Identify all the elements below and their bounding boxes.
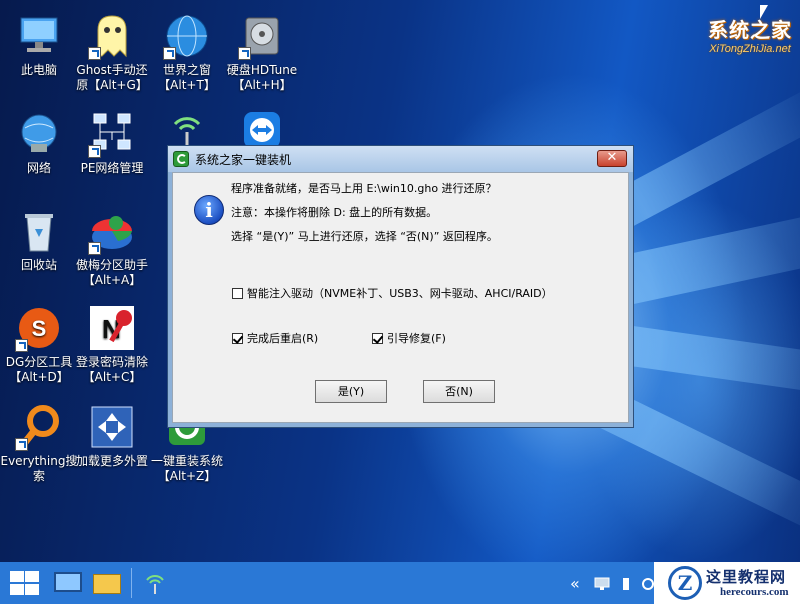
info-icon: i bbox=[194, 195, 224, 225]
everything-search-icon bbox=[15, 403, 63, 451]
restart-after-checkbox[interactable]: 完成后重启(R) bbox=[232, 330, 318, 346]
checkbox-checked[interactable] bbox=[372, 333, 383, 344]
desktop-icon-world-browser[interactable]: 世界之窗【Alt+T】 bbox=[148, 12, 226, 93]
browser-globe-icon bbox=[163, 12, 211, 60]
watermark-z-logo-icon: Z bbox=[668, 566, 702, 600]
tray-expand-icon[interactable]: « bbox=[570, 574, 580, 593]
desktop-icon-hdtune[interactable]: 硬盘HDTune【Alt+H】 bbox=[223, 12, 301, 93]
restart-after-label: 完成后重启(R) bbox=[247, 332, 319, 345]
load-more-icon bbox=[88, 403, 136, 451]
taskbar-explorer-icon[interactable] bbox=[93, 574, 121, 594]
driver-injection-label: 智能注入驱动（NVME补丁、USB3、网卡驱动、AHCI/RAID） bbox=[247, 287, 553, 300]
app-logo-icon bbox=[173, 151, 189, 167]
desktop-icon-network[interactable]: 网络 bbox=[0, 110, 78, 176]
desktop-icon-everything[interactable]: Everything搜索 bbox=[0, 403, 78, 484]
desktop-icon-password-clear[interactable]: N 登录密码清除【Alt+C】 bbox=[73, 304, 151, 385]
shortcut-arrow-icon bbox=[88, 47, 101, 60]
dialog-body: i 程序准备就绪，是否马上用 E:\win10.gho 进行还原？ 注意：本操作… bbox=[172, 172, 629, 423]
tray-usb-icon[interactable] bbox=[618, 576, 634, 590]
taskbar-desktop-icon[interactable] bbox=[54, 572, 82, 592]
windows-logo-pane bbox=[25, 571, 39, 582]
shortcut-arrow-icon bbox=[238, 47, 251, 60]
message-line-warning: 注意：本操作将删除 D: 盘上的所有数据。 bbox=[231, 206, 438, 219]
pe-network-icon bbox=[88, 110, 136, 158]
windows-logo-pane bbox=[25, 584, 39, 595]
desktop-icon-ghost[interactable]: Ghost手动还原【Alt+G】 bbox=[73, 12, 151, 93]
svg-text:S: S bbox=[32, 316, 47, 341]
shortcut-arrow-icon bbox=[15, 438, 28, 451]
computer-icon bbox=[15, 12, 63, 60]
dialog-titlebar[interactable]: 系统之家一键装机 ✕ bbox=[168, 146, 633, 172]
password-clear-icon: N bbox=[88, 304, 136, 352]
taskbar-wireless-icon[interactable] bbox=[142, 570, 168, 596]
boot-repair-label: 引导修复(F) bbox=[387, 332, 446, 345]
message-line-restore: 程序准备就绪，是否马上用 E:\win10.gho 进行还原？ bbox=[231, 182, 497, 195]
desktop-icon-load-more[interactable]: 加载更多外置 bbox=[73, 403, 151, 469]
shortcut-arrow-icon bbox=[88, 242, 101, 255]
yes-button[interactable]: 是(Y) bbox=[315, 380, 387, 403]
desktop-icon-this-pc[interactable]: 此电脑 bbox=[0, 12, 78, 78]
hard-disk-icon bbox=[238, 12, 286, 60]
shortcut-arrow-icon bbox=[163, 47, 176, 60]
start-button[interactable] bbox=[8, 571, 40, 597]
driver-injection-checkbox[interactable]: 智能注入驱动（NVME补丁、USB3、网卡驱动、AHCI/RAID） bbox=[232, 285, 553, 301]
windows-logo-icon bbox=[10, 571, 24, 582]
desktop-icon-partition-assistant[interactable]: 傲梅分区助手【Alt+A】 bbox=[73, 207, 151, 288]
recycle-bin-icon bbox=[15, 207, 63, 255]
desktop-icon-diskgenius[interactable]: S DG分区工具【Alt+D】 bbox=[0, 304, 78, 385]
watermark-bottom-title: 这里教程网 bbox=[706, 568, 787, 586]
watermark-title: 系统之家 bbox=[708, 18, 792, 42]
desktop-icon-pe-network[interactable]: PE网络管理 bbox=[73, 110, 151, 176]
watermark-logo-top: 系统之家 XiTongZhiJia.net bbox=[708, 14, 792, 55]
partition-assistant-icon bbox=[88, 207, 136, 255]
checkbox-unchecked[interactable] bbox=[232, 288, 243, 299]
windows-logo-pane bbox=[10, 584, 24, 595]
diskgenius-icon: S bbox=[15, 304, 63, 352]
network-globe-icon bbox=[15, 110, 63, 158]
desktop: 系统之家 XiTongZhiJia.net 此电脑 网络 回收站 S DG分区工… bbox=[0, 0, 800, 604]
watermark-url: XiTongZhiJia.net bbox=[709, 43, 791, 55]
tray-network-icon[interactable] bbox=[594, 576, 610, 590]
ghost-icon bbox=[88, 12, 136, 60]
close-button[interactable]: ✕ bbox=[597, 150, 627, 167]
desktop-icon-recycle-bin[interactable]: 回收站 bbox=[0, 207, 78, 273]
watermark-logo-bottom: Z 这里教程网 herecours.com bbox=[654, 562, 800, 604]
mouse-cursor-icon bbox=[760, 5, 768, 19]
message-line-instruction: 选择 “是(Y)” 马上进行还原，选择 “否(N)” 返回程序。 bbox=[231, 230, 498, 243]
dialog-title: 系统之家一键装机 bbox=[195, 153, 292, 167]
shortcut-arrow-icon bbox=[88, 145, 101, 158]
checkbox-checked[interactable] bbox=[232, 333, 243, 344]
shortcut-arrow-icon bbox=[15, 339, 28, 352]
no-button[interactable]: 否(N) bbox=[423, 380, 495, 403]
taskbar-separator bbox=[131, 568, 132, 598]
boot-repair-checkbox[interactable]: 引导修复(F) bbox=[372, 330, 446, 346]
watermark-bottom-url: herecours.com bbox=[720, 586, 789, 598]
install-confirm-dialog: 系统之家一键装机 ✕ i 程序准备就绪，是否马上用 E:\win10.gho 进… bbox=[167, 145, 634, 428]
